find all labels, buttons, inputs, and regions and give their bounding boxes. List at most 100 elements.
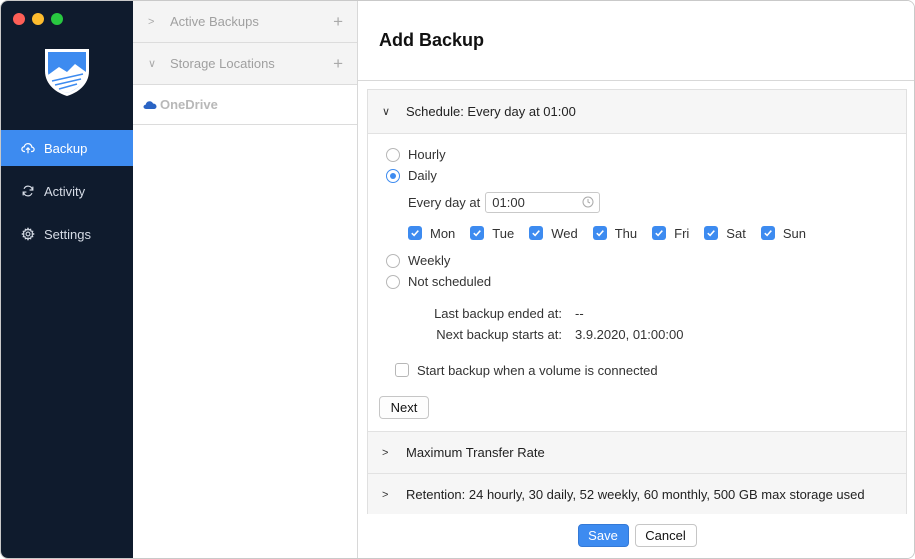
checkmark-icon: [595, 230, 604, 237]
radio-button[interactable]: [386, 253, 400, 268]
minimize-window-button[interactable]: [32, 13, 44, 25]
checkbox-checked[interactable]: [529, 226, 544, 240]
add-backup-plus-icon[interactable]: +: [333, 13, 343, 30]
chevron-right-icon[interactable]: >: [148, 16, 158, 28]
sidebar-item-backup[interactable]: Backup: [1, 130, 133, 166]
checkbox-unchecked[interactable]: [395, 363, 409, 377]
window-controls: [13, 13, 63, 25]
sidebar-item-settings[interactable]: Settings: [1, 216, 133, 252]
add-storage-plus-icon[interactable]: +: [333, 55, 343, 72]
checkbox-checked[interactable]: [704, 226, 719, 240]
schedule-section-body: Hourly Daily Every day at 01:00 Mon Tue …: [368, 134, 906, 432]
next-button[interactable]: Next: [379, 396, 429, 419]
checkbox-checked[interactable]: [652, 226, 667, 240]
gear-icon: [21, 227, 35, 241]
every-day-time-row: Every day at 01:00: [408, 189, 906, 215]
schedule-section-header[interactable]: ∨ Schedule: Every day at 01:00: [368, 90, 906, 134]
radio-weekly[interactable]: Weekly: [386, 250, 906, 271]
active-backups-label: Active Backups: [170, 14, 259, 29]
app-window: Backup Activity Settings > Active Backup…: [0, 0, 915, 559]
day-mon[interactable]: Mon: [408, 226, 455, 241]
onedrive-cloud-icon: [143, 100, 157, 109]
radio-button[interactable]: [386, 274, 400, 289]
active-backups-row[interactable]: > Active Backups +: [133, 1, 357, 43]
sidebar-item-label: Activity: [44, 183, 86, 199]
transfer-rate-label: Maximum Transfer Rate: [406, 445, 545, 460]
storage-locations-label: Storage Locations: [170, 56, 275, 71]
day-tue[interactable]: Tue: [470, 226, 514, 241]
transfer-rate-section-header[interactable]: > Maximum Transfer Rate: [368, 432, 906, 474]
checkmark-icon: [411, 230, 419, 237]
radio-daily[interactable]: Daily: [386, 165, 906, 186]
time-input[interactable]: 01:00: [485, 191, 601, 213]
last-backup-row: Last backup ended at: --: [430, 303, 906, 324]
refresh-icon: [22, 185, 34, 197]
radio-label: Weekly: [408, 253, 451, 268]
radio-label: Hourly: [408, 147, 446, 162]
day-label: Mon: [430, 225, 456, 241]
retention-label: Retention: 24 hourly, 30 daily, 52 weekl…: [406, 487, 865, 502]
settings-scroll-area[interactable]: ∨ Schedule: Every day at 01:00 Hourly Da…: [367, 89, 907, 514]
radio-label: Not scheduled: [408, 274, 492, 289]
day-fri[interactable]: Fri: [652, 226, 689, 241]
schedule-header-label: Schedule: Every day at 01:00: [406, 104, 576, 119]
day-wed[interactable]: Wed: [529, 226, 578, 241]
checkmark-icon: [764, 230, 772, 237]
day-thu[interactable]: Thu: [592, 225, 638, 241]
cancel-button[interactable]: Cancel: [634, 524, 697, 547]
sidebar-item-activity[interactable]: Activity: [1, 173, 133, 209]
retention-section-header[interactable]: > Retention: 24 hourly, 30 daily, 52 wee…: [368, 474, 906, 514]
checkbox-checked[interactable]: [760, 226, 775, 240]
sidebar-nav: Backup Activity Settings: [1, 130, 133, 259]
clock-icon: [582, 196, 594, 208]
day-label: Tue: [492, 225, 515, 241]
radio-label: Daily: [408, 168, 437, 183]
checkmark-icon: [655, 230, 664, 237]
last-backup-value: --: [575, 306, 584, 321]
checkbox-checked[interactable]: [470, 226, 485, 240]
radio-button[interactable]: [386, 147, 400, 162]
day-sun[interactable]: Sun: [760, 225, 806, 241]
radio-button-selected[interactable]: [386, 168, 400, 183]
chevron-right-icon: >: [382, 446, 389, 459]
day-label: Thu: [614, 225, 638, 241]
last-backup-label: Last backup ended at:: [434, 306, 562, 321]
weekday-checkboxes: Mon Tue Wed Thu Fri Sat Sun: [408, 222, 906, 244]
checkmark-icon: [473, 230, 482, 237]
chevron-down-icon: ∨: [382, 106, 391, 118]
backup-times-info: Last backup ended at: -- Next backup sta…: [430, 303, 906, 345]
day-label: Sun: [782, 225, 806, 241]
onedrive-label: OneDrive: [160, 97, 218, 112]
chevron-down-icon[interactable]: ∨: [148, 57, 158, 70]
checkbox-checked[interactable]: [408, 226, 422, 240]
checkmark-icon: [707, 230, 716, 237]
checkmark-icon: [532, 230, 541, 237]
radio-hourly[interactable]: Hourly: [386, 144, 906, 165]
chevron-right-icon: >: [382, 488, 389, 501]
volume-connected-option[interactable]: Start backup when a volume is connected: [395, 361, 906, 379]
radio-not-scheduled[interactable]: Not scheduled: [386, 271, 906, 292]
dialog-buttons: Save Cancel: [358, 524, 914, 547]
sidebar: Backup Activity Settings: [1, 1, 133, 558]
storage-locations-row[interactable]: ∨ Storage Locations +: [133, 43, 357, 85]
day-label: Sat: [726, 225, 746, 241]
main-header: Add Backup: [358, 1, 914, 81]
day-label: Wed: [551, 225, 578, 241]
main-panel: Add Backup ∨ Schedule: Every day at 01:0…: [358, 1, 914, 558]
checkbox-checked[interactable]: [592, 226, 607, 240]
sidebar-item-label: Settings: [44, 226, 91, 242]
day-sat[interactable]: Sat: [704, 226, 746, 241]
day-label: Fri: [674, 225, 690, 241]
sources-panel: > Active Backups + ∨ Storage Locations +…: [133, 1, 358, 558]
next-backup-label: Next backup starts at:: [436, 327, 562, 342]
next-backup-value: 3.9.2020, 01:00:00: [575, 327, 684, 342]
volume-connected-label: Start backup when a volume is connected: [417, 362, 658, 378]
close-window-button[interactable]: [13, 13, 25, 25]
cloud-upload-icon: [21, 143, 35, 154]
sidebar-item-label: Backup: [44, 140, 88, 156]
every-day-label: Every day at: [408, 194, 481, 210]
storage-item-onedrive[interactable]: OneDrive: [133, 85, 357, 125]
save-button[interactable]: Save: [577, 524, 629, 547]
next-backup-row: Next backup starts at: 3.9.2020, 01:00:0…: [430, 324, 906, 345]
zoom-window-button[interactable]: [51, 13, 63, 25]
